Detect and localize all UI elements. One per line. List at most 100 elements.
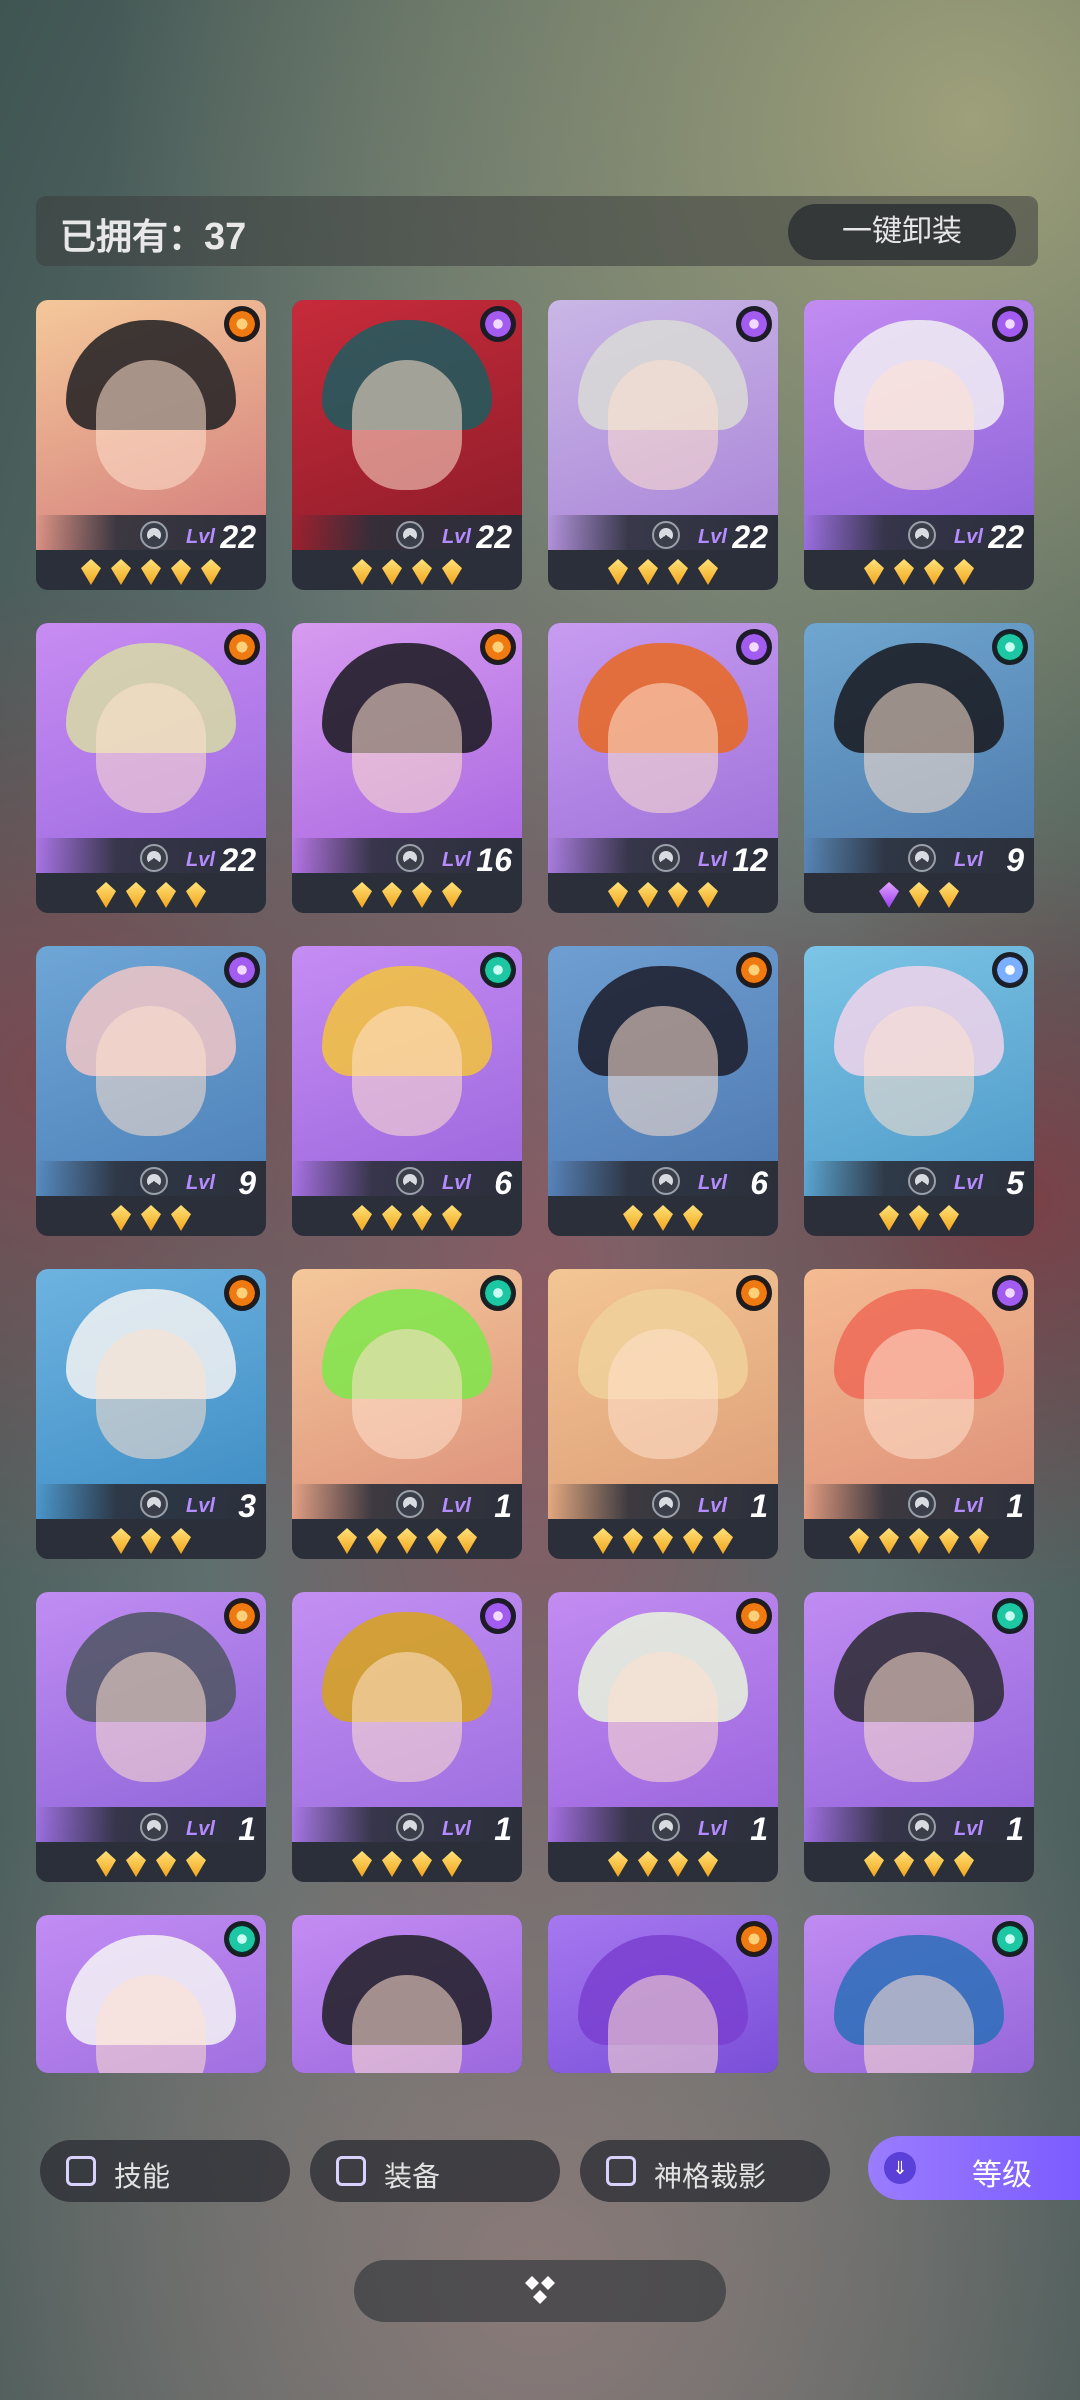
- level-strip: Lvl 1: [548, 1484, 778, 1524]
- hero-card[interactable]: Lvl 1: [292, 1592, 522, 1882]
- star-rating: [804, 1524, 1034, 1559]
- level-prefix: Lvl: [442, 1818, 471, 1840]
- sort-by-level-button[interactable]: ⇓ 等级: [868, 2136, 1080, 2200]
- level-value: 1: [1006, 1811, 1024, 1847]
- hero-card[interactable]: Lvl 5: [804, 946, 1034, 1236]
- star-gem-icon: [96, 882, 116, 908]
- divine-cut-filter-label: 神格裁影: [654, 2161, 767, 2192]
- hero-card[interactable]: Lvl 3: [36, 1269, 266, 1559]
- element-arcane-icon: [992, 1275, 1028, 1311]
- star-gem-icon: [683, 1205, 703, 1231]
- hero-card[interactable]: [292, 1915, 522, 2073]
- hero-card[interactable]: Lvl 6: [292, 946, 522, 1236]
- star-gem-icon: [668, 559, 688, 585]
- star-rating: [292, 1847, 522, 1882]
- diamonds-icon: [525, 2276, 555, 2304]
- star-gem-icon: [412, 1851, 432, 1877]
- aperture-icon: [396, 844, 424, 872]
- star-gem-icon: [201, 559, 221, 585]
- hero-card[interactable]: Lvl 1: [36, 1592, 266, 1882]
- hero-card[interactable]: [804, 1915, 1034, 2073]
- level-value: 12: [732, 842, 768, 878]
- element-arcane-icon: [224, 952, 260, 988]
- hero-card[interactable]: Lvl 22: [36, 623, 266, 913]
- hero-card[interactable]: [548, 1915, 778, 2073]
- skill-filter-label: 技能: [114, 2161, 171, 2192]
- star-rating: [548, 1847, 778, 1882]
- level-value: 6: [494, 1165, 512, 1201]
- hero-card[interactable]: Lvl 22: [804, 300, 1034, 590]
- hero-card[interactable]: Lvl 16: [292, 623, 522, 913]
- hero-card[interactable]: Lvl 1: [804, 1269, 1034, 1559]
- divine-cut-filter-toggle[interactable]: 神格裁影: [580, 2140, 830, 2202]
- hero-face: [352, 360, 462, 490]
- equipment-filter-toggle[interactable]: 装备: [310, 2140, 560, 2202]
- star-gem-icon: [156, 882, 176, 908]
- hero-card[interactable]: Lvl 22: [36, 300, 266, 590]
- hero-card[interactable]: Lvl 1: [804, 1592, 1034, 1882]
- star-gem-icon: [156, 1851, 176, 1877]
- star-gem-icon: [608, 559, 628, 585]
- star-gem-icon: [171, 559, 191, 585]
- star-gem-icon: [382, 1851, 402, 1877]
- star-gem-icon: [653, 1528, 673, 1554]
- star-gem-icon: [412, 559, 432, 585]
- star-gem-icon: [864, 1851, 884, 1877]
- element-sun-icon: [736, 952, 772, 988]
- element-wind-icon: [992, 1921, 1028, 1957]
- star-gem-icon: [954, 559, 974, 585]
- level-strip: Lvl 1: [804, 1807, 1034, 1847]
- skill-filter-toggle[interactable]: 技能: [40, 2140, 290, 2202]
- star-gem-icon: [352, 559, 372, 585]
- star-gem-icon: [879, 1528, 899, 1554]
- hero-card[interactable]: Lvl 1: [548, 1269, 778, 1559]
- star-rating: [804, 555, 1034, 590]
- hero-card[interactable]: Lvl 9: [36, 946, 266, 1236]
- star-gem-icon: [337, 1528, 357, 1554]
- star-gem-icon: [126, 1851, 146, 1877]
- star-rating: [36, 878, 266, 913]
- level-prefix: Lvl: [954, 1172, 983, 1194]
- hero-face: [864, 683, 974, 813]
- level-value: 3: [238, 1488, 256, 1524]
- level-prefix: Lvl: [186, 1495, 215, 1517]
- hero-face: [608, 1652, 718, 1782]
- aperture-icon: [140, 1490, 168, 1518]
- aperture-icon: [652, 1813, 680, 1841]
- skill-checkbox[interactable]: [66, 2156, 96, 2186]
- hero-card[interactable]: Lvl 6: [548, 946, 778, 1236]
- hero-card[interactable]: Lvl 9: [804, 623, 1034, 913]
- element-sun-icon: [736, 1598, 772, 1634]
- hero-card[interactable]: [36, 1915, 266, 2073]
- equipment-checkbox[interactable]: [336, 2156, 366, 2186]
- unequip-all-button[interactable]: 一键卸装: [788, 204, 1016, 260]
- star-gem-icon: [171, 1205, 191, 1231]
- star-gem-icon: [638, 559, 658, 585]
- level-value: 16: [476, 842, 512, 878]
- owned-label: 已拥有：: [60, 216, 205, 257]
- star-gem-icon: [111, 1205, 131, 1231]
- divine-cut-checkbox[interactable]: [606, 2156, 636, 2186]
- hero-card[interactable]: Lvl 1: [292, 1269, 522, 1559]
- aperture-icon: [908, 1813, 936, 1841]
- hero-face: [864, 1652, 974, 1782]
- aperture-icon: [908, 1490, 936, 1518]
- star-gem-icon: [879, 882, 899, 908]
- hero-card[interactable]: Lvl 22: [292, 300, 522, 590]
- hero-face: [608, 1006, 718, 1136]
- hero-card[interactable]: Lvl 1: [548, 1592, 778, 1882]
- element-arcane-icon: [480, 306, 516, 342]
- hero-card[interactable]: Lvl 12: [548, 623, 778, 913]
- collapse-handle[interactable]: [354, 2260, 726, 2322]
- hero-card[interactable]: Lvl 22: [548, 300, 778, 590]
- star-gem-icon: [352, 882, 372, 908]
- hero-face: [352, 1329, 462, 1459]
- aperture-icon: [908, 844, 936, 872]
- star-gem-icon: [442, 1205, 462, 1231]
- star-gem-icon: [698, 559, 718, 585]
- element-arcane-icon: [992, 306, 1028, 342]
- star-gem-icon: [713, 1528, 733, 1554]
- element-arcane-icon: [480, 1598, 516, 1634]
- hero-face: [864, 360, 974, 490]
- star-gem-icon: [412, 882, 432, 908]
